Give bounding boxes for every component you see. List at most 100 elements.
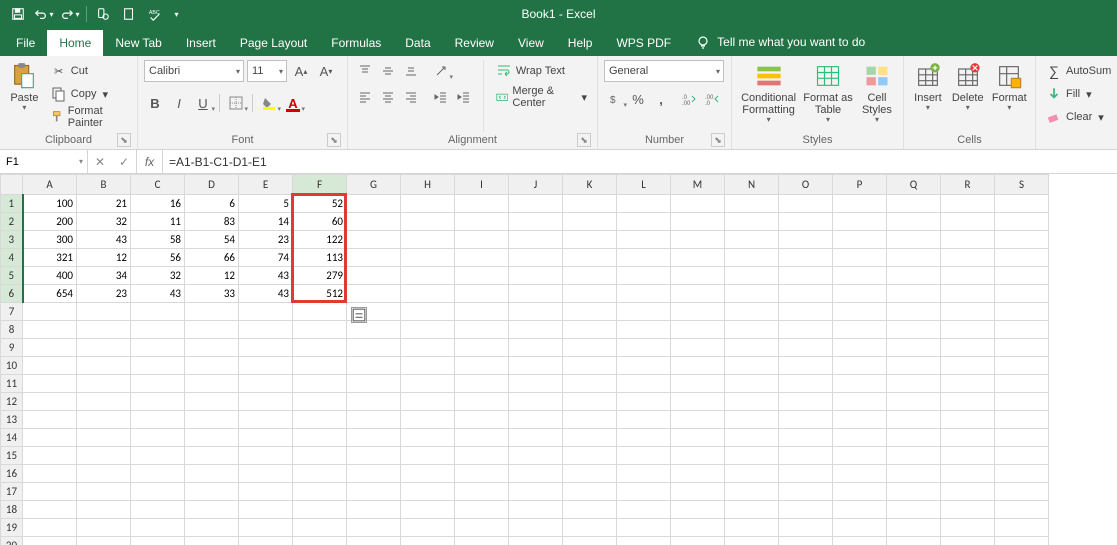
- increase-indent-icon[interactable]: [453, 86, 475, 108]
- format-painter-button[interactable]: Format Painter: [47, 106, 131, 128]
- cell[interactable]: [23, 447, 77, 465]
- cell[interactable]: [347, 519, 401, 537]
- cell[interactable]: [617, 339, 671, 357]
- cell[interactable]: [293, 339, 347, 357]
- cell[interactable]: [455, 357, 509, 375]
- cell[interactable]: [995, 339, 1049, 357]
- cell[interactable]: [509, 375, 563, 393]
- cell[interactable]: [77, 429, 131, 447]
- cell[interactable]: [563, 375, 617, 393]
- cell[interactable]: [77, 375, 131, 393]
- cell[interactable]: 32: [131, 267, 185, 285]
- cell[interactable]: [563, 357, 617, 375]
- autosum-button[interactable]: ∑AutoSum: [1042, 60, 1115, 82]
- cell[interactable]: [941, 537, 995, 545]
- cell[interactable]: [671, 483, 725, 501]
- cell[interactable]: [455, 267, 509, 285]
- column-header[interactable]: L: [617, 175, 671, 195]
- cell[interactable]: [617, 375, 671, 393]
- row-header[interactable]: 17: [1, 483, 23, 501]
- cell[interactable]: [509, 393, 563, 411]
- cell[interactable]: [131, 303, 185, 321]
- cell[interactable]: [833, 267, 887, 285]
- column-header[interactable]: K: [563, 175, 617, 195]
- cell[interactable]: [239, 447, 293, 465]
- tab-view[interactable]: View: [506, 30, 556, 56]
- cell[interactable]: 66: [185, 249, 239, 267]
- cell[interactable]: [887, 321, 941, 339]
- font-name-combo[interactable]: Calibri▾: [144, 60, 244, 82]
- cell[interactable]: [77, 411, 131, 429]
- cell[interactable]: [941, 411, 995, 429]
- cell[interactable]: [779, 321, 833, 339]
- cell[interactable]: [833, 231, 887, 249]
- cell[interactable]: [617, 429, 671, 447]
- cell[interactable]: [563, 267, 617, 285]
- align-middle-icon[interactable]: [377, 60, 399, 82]
- cell[interactable]: [23, 339, 77, 357]
- cell[interactable]: [347, 429, 401, 447]
- cell[interactable]: [455, 231, 509, 249]
- cell[interactable]: [293, 519, 347, 537]
- cell[interactable]: 300: [23, 231, 77, 249]
- fill-color-icon[interactable]: [258, 92, 280, 114]
- cell[interactable]: [995, 231, 1049, 249]
- column-header[interactable]: S: [995, 175, 1049, 195]
- cell[interactable]: [995, 501, 1049, 519]
- cut-button[interactable]: ✂Cut: [47, 60, 131, 82]
- cell[interactable]: [23, 375, 77, 393]
- cell[interactable]: [779, 249, 833, 267]
- cell[interactable]: [995, 519, 1049, 537]
- cell[interactable]: 14: [239, 213, 293, 231]
- cell[interactable]: [347, 393, 401, 411]
- cell[interactable]: [887, 195, 941, 213]
- cell[interactable]: 23: [77, 285, 131, 303]
- cell[interactable]: [401, 465, 455, 483]
- cell[interactable]: [77, 357, 131, 375]
- wrap-text-button[interactable]: Wrap Text: [492, 60, 591, 82]
- cell[interactable]: [617, 285, 671, 303]
- cell[interactable]: [185, 537, 239, 545]
- cell[interactable]: [23, 537, 77, 545]
- cell[interactable]: 654: [23, 285, 77, 303]
- cell[interactable]: [509, 519, 563, 537]
- cell[interactable]: 52: [293, 195, 347, 213]
- cell[interactable]: [833, 285, 887, 303]
- cell[interactable]: [185, 357, 239, 375]
- cell[interactable]: [941, 357, 995, 375]
- cell[interactable]: [563, 285, 617, 303]
- cell[interactable]: [563, 213, 617, 231]
- cell[interactable]: [671, 231, 725, 249]
- spelling-icon[interactable]: ABC: [143, 2, 167, 26]
- cell[interactable]: [131, 429, 185, 447]
- column-header[interactable]: G: [347, 175, 401, 195]
- cell[interactable]: [671, 195, 725, 213]
- cell[interactable]: [239, 357, 293, 375]
- cell[interactable]: [77, 537, 131, 545]
- cell[interactable]: [239, 483, 293, 501]
- cell[interactable]: [347, 267, 401, 285]
- save-icon[interactable]: [6, 2, 30, 26]
- cell[interactable]: [887, 267, 941, 285]
- cell[interactable]: [779, 393, 833, 411]
- tab-file[interactable]: File: [4, 30, 47, 56]
- cell[interactable]: [401, 321, 455, 339]
- cell[interactable]: [779, 213, 833, 231]
- cell[interactable]: [833, 249, 887, 267]
- column-header[interactable]: D: [185, 175, 239, 195]
- cell[interactable]: [23, 393, 77, 411]
- cell[interactable]: [725, 357, 779, 375]
- cell[interactable]: [995, 267, 1049, 285]
- cell[interactable]: [563, 411, 617, 429]
- cell[interactable]: [131, 447, 185, 465]
- cell[interactable]: [131, 321, 185, 339]
- cell[interactable]: [887, 537, 941, 545]
- cell[interactable]: [995, 447, 1049, 465]
- cell[interactable]: [941, 519, 995, 537]
- cell[interactable]: [23, 321, 77, 339]
- row-header[interactable]: 10: [1, 357, 23, 375]
- cell[interactable]: [185, 393, 239, 411]
- cell[interactable]: [401, 195, 455, 213]
- cell[interactable]: [293, 357, 347, 375]
- cell[interactable]: [779, 519, 833, 537]
